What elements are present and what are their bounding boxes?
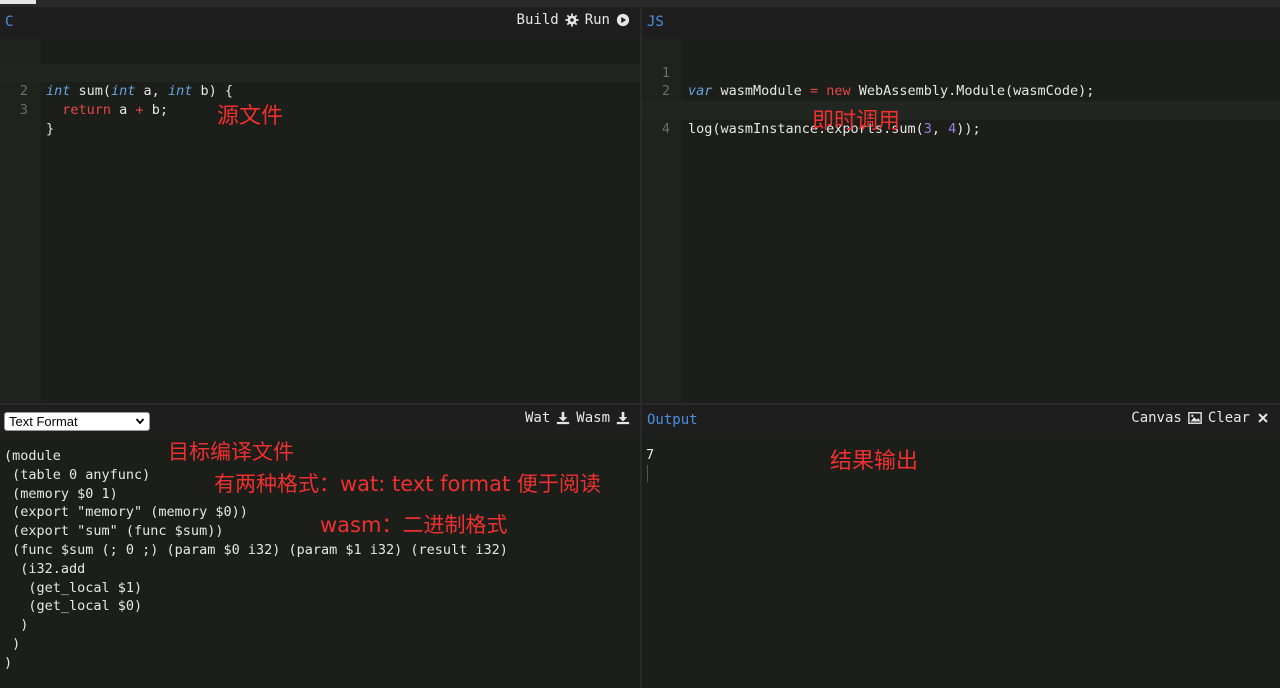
- target-compile-annotation: 目标编译文件: [168, 440, 294, 464]
- wasm-label: Wasm: [576, 410, 610, 426]
- format-select-value: Text Format: [9, 414, 78, 429]
- output-title: Output: [647, 412, 698, 428]
- instant-call-annotation: 即时调用: [812, 109, 901, 134]
- active-tab-indicator: [0, 0, 36, 4]
- result-output-annotation: 结果输出: [830, 449, 919, 474]
- source-file-annotation: 源文件: [217, 104, 284, 129]
- canvas-button[interactable]: Canvas: [1131, 410, 1202, 426]
- wat-line: ): [4, 635, 21, 652]
- wat-line: ): [4, 654, 13, 671]
- canvas-label: Canvas: [1131, 410, 1182, 426]
- c-source-pane: C Build Run sum(int a, int b) {2 return…: [0, 7, 640, 403]
- image-icon: [1188, 412, 1202, 424]
- js-language-label: JS: [647, 14, 664, 30]
- wat-line: (get_local $0): [4, 598, 143, 615]
- wat-pane-header: Text Format Wat Wasm: [0, 405, 640, 435]
- js-code-editor[interactable]: 1 var wasmModule = new WebAssembly.Modul…: [642, 37, 1280, 403]
- play-circle-icon: [616, 13, 630, 27]
- horizontal-splitter[interactable]: [0, 403, 1280, 405]
- two-formats-annotation: 有两种格式：wat: text format 便于阅读: [214, 472, 601, 496]
- wat-line: (i32.add: [4, 560, 86, 577]
- wat-download-button[interactable]: Wat: [525, 410, 570, 426]
- line-number: 3: [19, 102, 28, 119]
- wat-label: Wat: [524, 410, 551, 426]
- build-label: Build: [516, 12, 559, 28]
- code-line: 1 var wasmModule = new WebAssembly.Modul…: [642, 45, 1280, 100]
- download-icon: [557, 411, 570, 425]
- js-pane-header: JS: [642, 7, 1280, 37]
- output-pane-header: Output Canvas Clear: [642, 405, 1280, 435]
- run-label: Run: [584, 12, 610, 28]
- console-output: 7: [642, 435, 1280, 688]
- code-line: 4: [642, 101, 1280, 137]
- code-line: 3 log(wasmInstance.exports.sum(3, 4));: [642, 82, 1280, 137]
- gear-icon: [565, 13, 579, 27]
- output-value: 7: [646, 447, 655, 463]
- build-button[interactable]: Build: [517, 12, 579, 28]
- wat-line: ): [4, 617, 29, 634]
- line-number: 4: [661, 120, 670, 137]
- vertical-splitter[interactable]: [640, 7, 642, 688]
- code-line: 2 return a + b;: [0, 63, 640, 118]
- close-icon: [1258, 413, 1268, 423]
- output-cursor: [647, 465, 648, 482]
- clear-button[interactable]: Clear: [1208, 410, 1270, 426]
- format-select[interactable]: Text Format: [4, 412, 150, 431]
- c-language-label: C: [5, 14, 14, 30]
- wat-line: (get_local $1): [4, 579, 143, 596]
- download-icon: [616, 411, 630, 425]
- js-pane: JS 1 var wasmModule = new WebAssembly.Mo…: [642, 7, 1280, 403]
- wat-output-pane: Text Format Wat Wasm (module (table 0 an…: [0, 405, 640, 688]
- clear-label: Clear: [1207, 410, 1250, 426]
- wasm-binary-annotation: wasm：二进制格式: [320, 513, 508, 537]
- chevron-down-icon: [135, 418, 145, 425]
- code-line: 1 int sum(int a, int b) {: [0, 45, 640, 100]
- c-pane-header: C Build Run: [0, 7, 640, 37]
- code-line: 2 var wasmInstance = new WebAssembly.Ins…: [642, 64, 1280, 118]
- wasm-download-button[interactable]: Wasm: [576, 410, 630, 426]
- wat-line: (func $sum (; 0 ;) (param $0 i32) (param…: [4, 541, 508, 558]
- result-output-pane: Output Canvas Clear 7 结果输出: [642, 405, 1280, 688]
- code-line: 3 }: [0, 82, 640, 137]
- top-tab-bar: [0, 0, 1280, 7]
- c-code-editor[interactable]: 1 int sum(int a, int b) { 2 return a + b…: [0, 37, 640, 403]
- run-button[interactable]: Run: [585, 12, 630, 28]
